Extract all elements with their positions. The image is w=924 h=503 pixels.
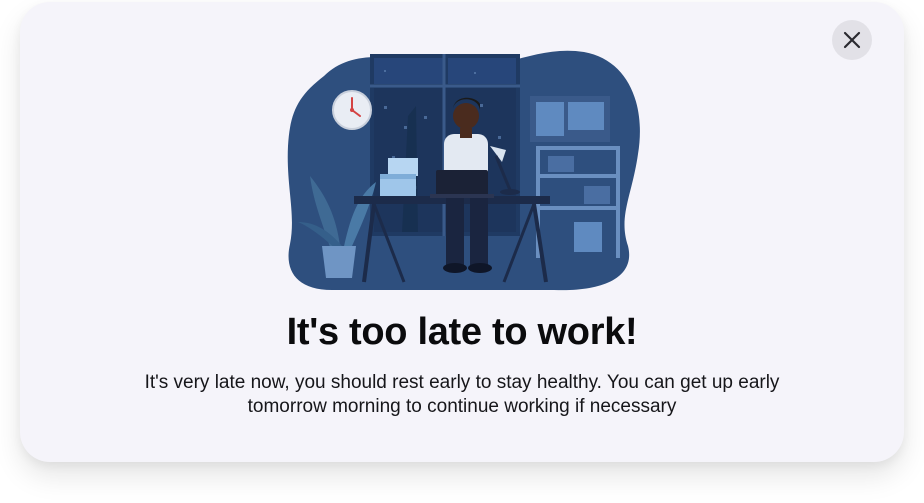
close-button[interactable] [832, 20, 872, 60]
late-work-dialog: It's too late to work! It's very late no… [20, 2, 904, 462]
dialog-title: It's too late to work! [286, 311, 638, 353]
dialog-message: It's very late now, you should rest earl… [144, 372, 780, 417]
late-night-work-illustration [287, 50, 640, 291]
close-icon [843, 31, 861, 49]
wall-clock [332, 90, 372, 130]
stage: It's too late to work! It's very late no… [0, 0, 924, 503]
laptop [430, 170, 494, 198]
